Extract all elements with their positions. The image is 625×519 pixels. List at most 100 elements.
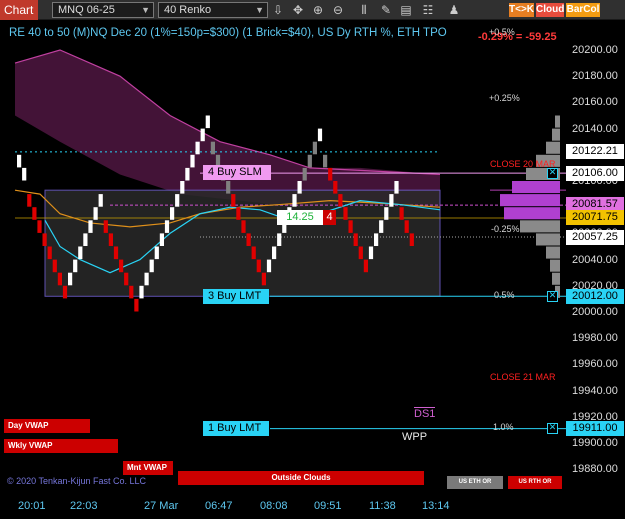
- renko-brick: [124, 272, 129, 286]
- renko-brick: [42, 233, 47, 246]
- us-eth-or-button[interactable]: US ETH OR: [447, 476, 503, 489]
- renko-brick: [328, 167, 333, 181]
- price-marker: 19911.00: [566, 421, 624, 436]
- renko-brick: [129, 285, 134, 299]
- strategies-icon[interactable]: ♟: [446, 2, 462, 18]
- pct-level-label: +0.25%: [489, 93, 520, 103]
- wkly-vwap-indicator: Wkly VWAP: [4, 439, 118, 453]
- position-qty[interactable]: 4: [323, 210, 336, 225]
- renko-brick: [343, 207, 348, 220]
- renko-brick: [27, 194, 32, 207]
- price-marker: 20106.00: [566, 166, 624, 181]
- renko-brick: [399, 207, 404, 220]
- draw-icon[interactable]: ✎: [378, 2, 394, 18]
- chart-panel[interactable]: RE 40 to 50 (M)NQ Dec 20 (1%=150p=$300) …: [0, 20, 625, 519]
- instrument-selector[interactable]: MNQ 06-25 ▼: [52, 2, 154, 18]
- renko-brick: [323, 154, 328, 168]
- renko-brick: [379, 220, 384, 233]
- renko-brick: [37, 220, 42, 233]
- cloud-button[interactable]: Cloud: [536, 3, 564, 17]
- price-tick-label: 20160.00: [572, 96, 618, 109]
- cancel-order-icon[interactable]: ✕: [547, 168, 558, 179]
- crosshair-icon[interactable]: ✥: [290, 2, 306, 18]
- renko-brick: [17, 154, 22, 168]
- renko-brick: [317, 128, 323, 142]
- renko-brick: [384, 207, 389, 220]
- price-tick-label: 20000.00: [572, 306, 618, 318]
- zoom-in-icon[interactable]: ⊕: [310, 2, 326, 18]
- price-tick-label: 19880.00: [572, 463, 618, 476]
- renko-brick: [113, 246, 119, 260]
- renko-brick: [409, 233, 414, 246]
- copyright-text: © 2020 Tenkan-Kijun Fast Co. LLC: [7, 476, 147, 486]
- renko-brick: [368, 246, 374, 260]
- renko-brick: [251, 246, 256, 260]
- price-tick-label: 20200.00: [572, 44, 618, 56]
- renko-brick: [312, 141, 317, 155]
- renko-brick: [358, 246, 363, 260]
- price-tick-label: 20140.00: [572, 122, 618, 135]
- renko-brick: [103, 220, 108, 233]
- bars-icon[interactable]: ⫴: [356, 2, 372, 18]
- renko-brick: [139, 285, 144, 299]
- bar-type-label: 40 Renko: [164, 4, 212, 16]
- cancel-order-icon[interactable]: ✕: [547, 291, 558, 302]
- renko-brick: [266, 259, 272, 273]
- volume-profile-bar: [550, 259, 560, 272]
- renko-brick: [134, 298, 139, 312]
- tk-button[interactable]: T<>K: [509, 3, 534, 17]
- renko-brick: [119, 259, 124, 273]
- price-marker: 20012.00: [566, 289, 624, 304]
- price-tick-label: 19900.00: [572, 437, 618, 449]
- properties-icon[interactable]: ▤: [398, 2, 414, 18]
- price-tick-label: 19960.00: [572, 358, 618, 371]
- volume-profile-bar: [552, 128, 560, 141]
- buy-lmt-order[interactable]: 1 Buy LMT: [203, 421, 269, 436]
- pct-level-label: +0.5%: [489, 27, 515, 37]
- renko-brick: [205, 115, 210, 129]
- templates-icon[interactable]: ☷: [420, 2, 436, 18]
- barcol-button[interactable]: BarCol: [566, 3, 600, 17]
- arrow-down-icon[interactable]: ⇩: [270, 2, 286, 18]
- close-label: CLOSE 21 MAR: [490, 372, 556, 382]
- time-label: 08:08: [260, 500, 288, 512]
- renko-brick: [210, 141, 215, 155]
- time-label: 27 Mar: [144, 500, 179, 512]
- volume-profile-bar: [552, 272, 560, 285]
- renko-brick: [93, 207, 98, 220]
- price-tick-label: 20040.00: [572, 253, 618, 266]
- us-rth-or-button[interactable]: US RTH OR: [508, 476, 562, 489]
- price-tick-label: 19980.00: [572, 332, 618, 345]
- renko-brick: [241, 220, 246, 233]
- buy-lmt-order[interactable]: 3 Buy LMT: [203, 289, 269, 304]
- pct-level-label: 0.5%: [494, 290, 515, 300]
- zoom-out-icon[interactable]: ⊖: [330, 2, 346, 18]
- renko-brick: [57, 272, 62, 286]
- time-label: 06:47: [205, 500, 233, 512]
- renko-brick: [297, 181, 302, 194]
- chevron-down-icon: ▼: [141, 5, 150, 15]
- renko-brick: [231, 194, 236, 207]
- bar-type-selector[interactable]: 40 Renko ▼: [158, 2, 268, 18]
- chevron-down-icon: ▼: [255, 5, 264, 15]
- renko-brick: [154, 246, 159, 260]
- renko-brick: [52, 259, 57, 273]
- position-pnl[interactable]: 14.25: [277, 210, 323, 225]
- renko-brick: [195, 141, 200, 155]
- chart-tab[interactable]: Chart: [0, 0, 38, 20]
- price-marker: 20057.25: [566, 230, 624, 245]
- renko-brick: [149, 259, 154, 273]
- volume-profile-bar: [500, 194, 560, 207]
- cancel-order-icon[interactable]: ✕: [547, 423, 558, 434]
- chart-title: RE 40 to 50 (M)NQ Dec 20 (1%=150p=$300) …: [9, 27, 447, 39]
- renko-brick: [159, 233, 164, 246]
- renko-brick: [302, 167, 307, 181]
- time-label: 22:03: [70, 500, 98, 512]
- renko-brick: [88, 220, 93, 233]
- renko-brick: [348, 220, 353, 233]
- outside-clouds-indicator: Outside Clouds: [178, 471, 424, 485]
- renko-brick: [83, 233, 88, 246]
- buy-slm-order[interactable]: 4 Buy SLM: [203, 165, 271, 180]
- renko-brick: [22, 167, 27, 181]
- renko-brick: [353, 233, 358, 246]
